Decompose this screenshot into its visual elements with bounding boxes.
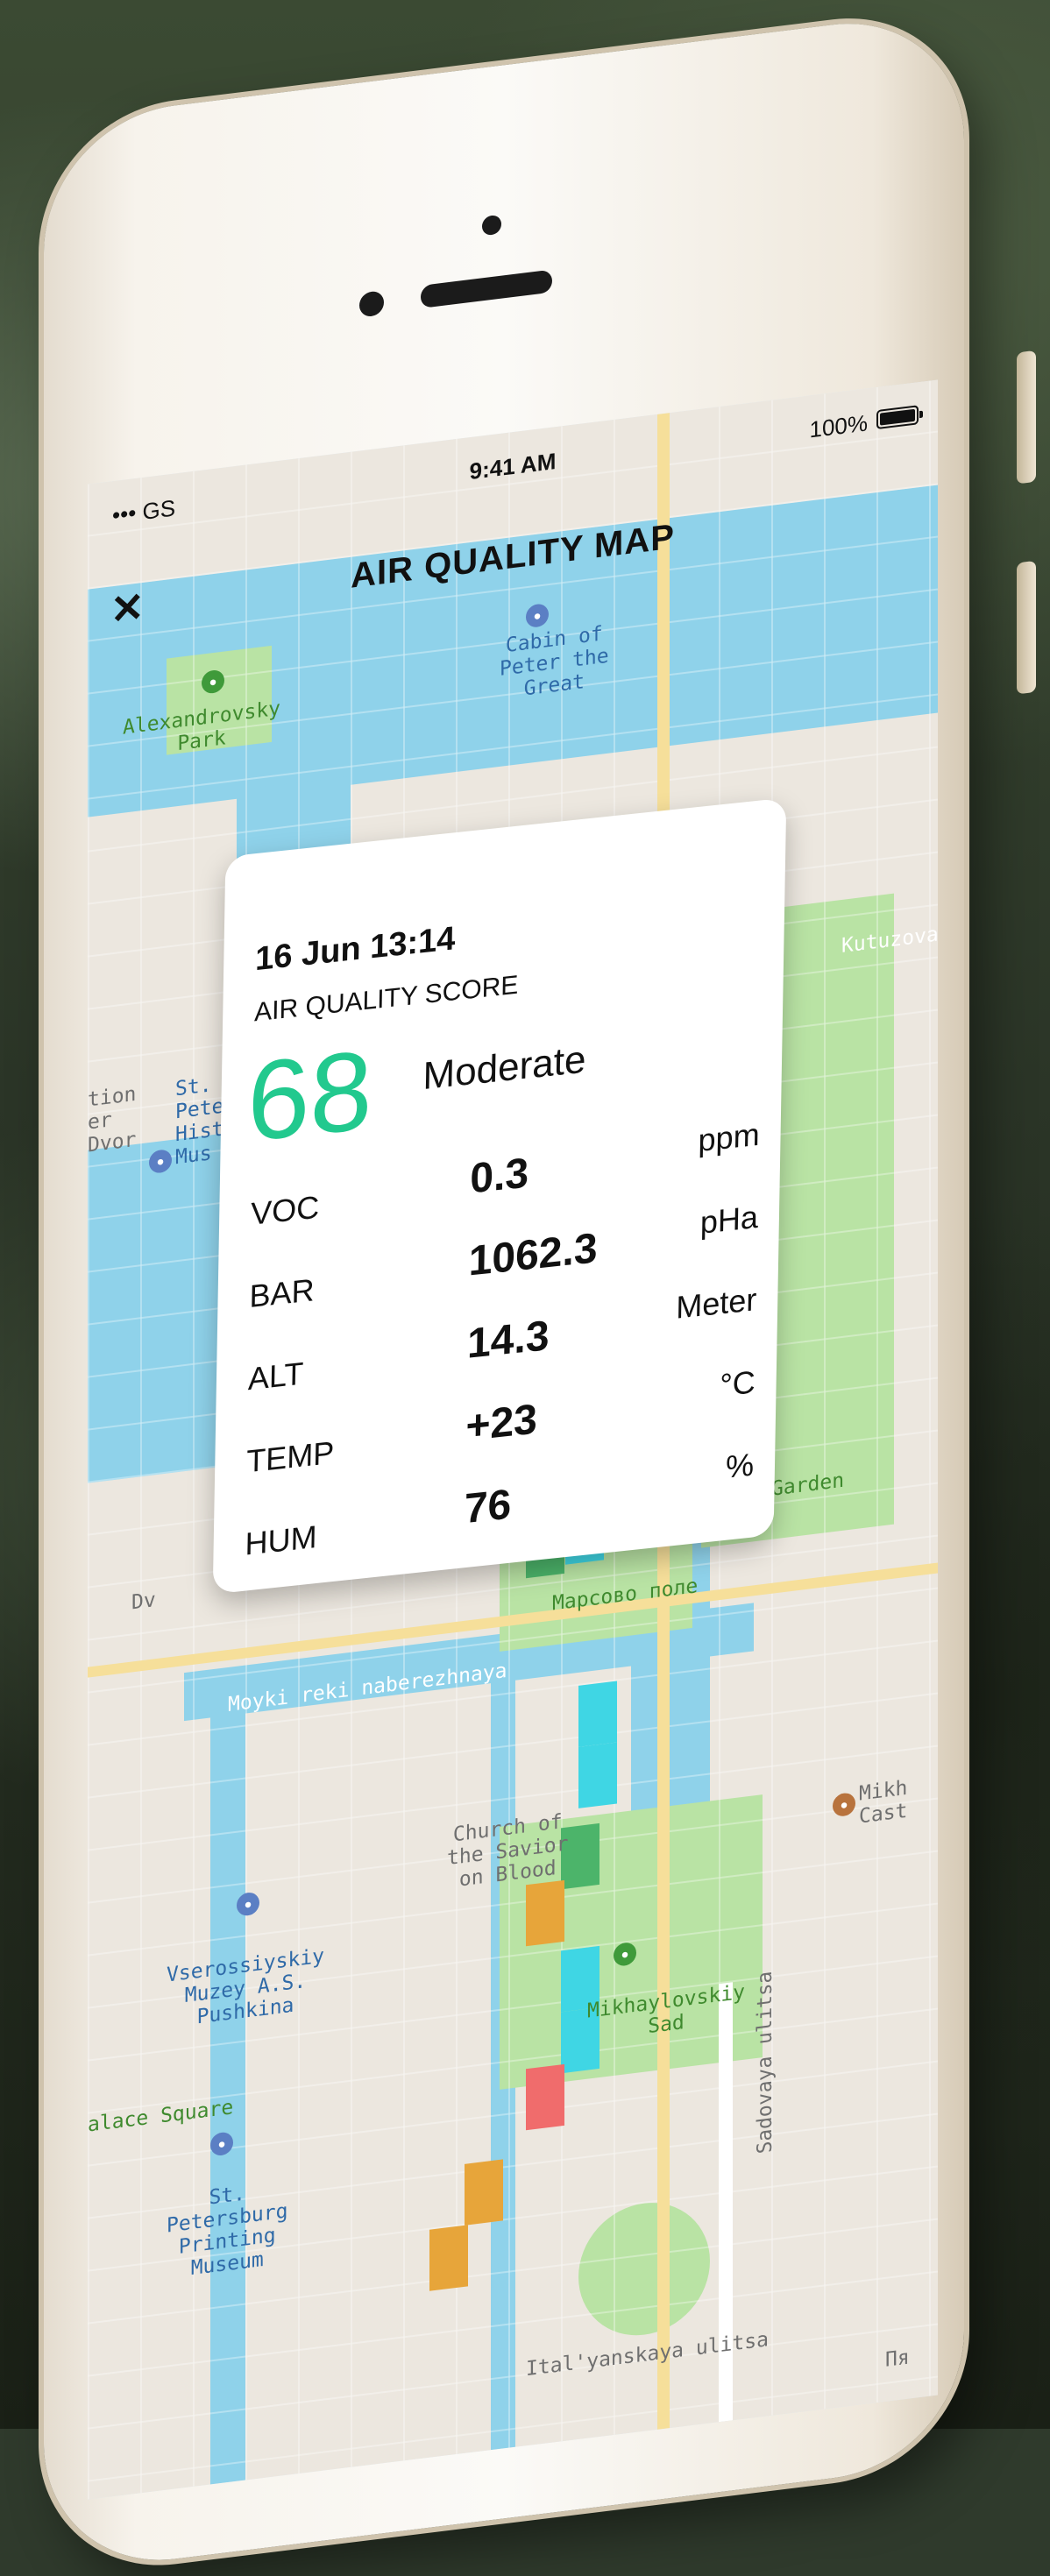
metric-unit: Meter <box>675 1281 757 1326</box>
air-tile[interactable] <box>526 2063 564 2131</box>
metric-label: HUM <box>245 1518 317 1562</box>
metric-label: BAR <box>249 1271 315 1315</box>
label-mikh-castle: Mikh Cast <box>859 1776 908 1829</box>
metric-unit: % <box>725 1446 755 1485</box>
volume-button <box>1017 350 1036 485</box>
metrics-list: VOC 0.3 ppm BAR 1062.3 pHa ALT 14.3 Mete… <box>245 1108 760 1574</box>
label-printing-museum: St. Petersburg Printing Museum <box>167 2182 288 2281</box>
reading-date: 16 Jun 13:14 <box>254 920 456 979</box>
battery-percent: 100% <box>809 409 869 443</box>
metric-label: VOC <box>250 1188 320 1232</box>
air-tile[interactable] <box>578 1681 617 1747</box>
front-camera <box>359 290 384 318</box>
label-sadovaya: Sadovaya ulitsa <box>754 1970 777 2155</box>
label-cabin: Cabin of Peter the Great <box>500 622 609 701</box>
air-quality-card[interactable]: 16 Jun 13:14 AIR QUALITY SCORE 68 Modera… <box>212 797 787 1595</box>
metric-unit: ppm <box>698 1115 761 1159</box>
air-tile[interactable] <box>578 1742 617 1808</box>
volume-button-2 <box>1017 560 1036 695</box>
phone-body: ● ● ● ● ● ● ● ● Alexandrovsky Park Cabin… <box>44 8 964 2575</box>
close-button[interactable]: ✕ <box>110 583 145 634</box>
air-quality-level: Moderate <box>422 1037 586 1099</box>
metric-value: 14.3 <box>466 1312 550 1368</box>
screen: ● ● ● ● ● ● ● ● Alexandrovsky Park Cabin… <box>88 379 938 2500</box>
metric-unit: pHa <box>699 1198 759 1241</box>
label-station: tion er Dvor <box>88 1082 137 1157</box>
air-tile[interactable] <box>526 1879 564 1947</box>
label-dv: Dv <box>131 1589 156 1615</box>
metric-value: 1062.3 <box>468 1225 599 1285</box>
phone-scene: ● ● ● ● ● ● ● ● Alexandrovsky Park Cabin… <box>35 0 1036 2575</box>
metric-value: 0.3 <box>469 1150 529 1203</box>
earpiece-speaker <box>421 269 552 308</box>
air-quality-score: 68 <box>246 1027 374 1166</box>
metric-label: TEMP <box>245 1433 335 1480</box>
label-st-peter-museum: St. Pete Hist Mus <box>175 1073 224 1170</box>
label-pya: Пя <box>885 2346 910 2372</box>
score-label: AIR QUALITY SCORE <box>253 970 519 1028</box>
air-tile[interactable] <box>429 2225 468 2291</box>
air-tile[interactable] <box>465 2159 503 2226</box>
metric-value: 76 <box>464 1481 512 1533</box>
metric-label: ALT <box>247 1355 304 1398</box>
metric-unit: °C <box>719 1363 756 1404</box>
metric-value: +23 <box>465 1396 538 1451</box>
sensor-dot <box>482 214 501 237</box>
